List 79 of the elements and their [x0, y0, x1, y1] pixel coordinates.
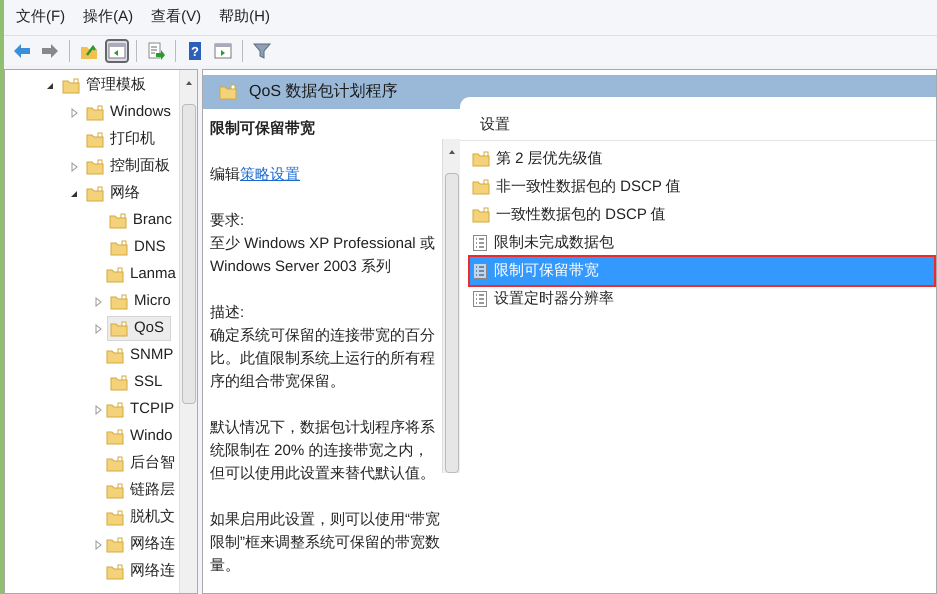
- collapsed-arrow-icon[interactable]: [93, 296, 103, 306]
- expanded-arrow-icon[interactable]: [69, 188, 79, 198]
- description-text: 如果启用此设置，则可以使用“带宽限制”框来调整系统可保留的带宽数量。: [210, 510, 440, 576]
- tree-item[interactable]: 控制面板: [83, 154, 177, 179]
- menu-item[interactable]: 操作(A): [83, 6, 134, 29]
- tree-item[interactable]: QoS: [107, 316, 172, 341]
- tree-item[interactable]: Branc: [106, 208, 179, 233]
- expanded-arrow-icon[interactable]: [45, 80, 55, 90]
- collapsed-arrow-icon[interactable]: [93, 540, 103, 550]
- folder-icon: [86, 186, 104, 202]
- folder-icon: [219, 84, 237, 100]
- tree-item[interactable]: TCPIP: [103, 397, 179, 422]
- tree-item[interactable]: Micro: [107, 289, 178, 314]
- folder-icon: [106, 564, 124, 580]
- tree-item[interactable]: SSL: [107, 370, 170, 395]
- tree-item[interactable]: 打印机: [83, 127, 162, 152]
- tree-pane-button[interactable]: [105, 38, 129, 62]
- folder-icon: [110, 374, 128, 390]
- folder-icon: [110, 294, 128, 310]
- tree-item[interactable]: 管理模板: [59, 73, 153, 98]
- scroll-thumb[interactable]: [444, 173, 458, 473]
- folder-icon: [110, 320, 128, 336]
- folder-icon: [106, 536, 124, 552]
- folder-icon: [108, 212, 127, 228]
- tree-item[interactable]: 脱机文: [103, 505, 179, 530]
- section-label: 要求:: [210, 211, 246, 231]
- setting-icon: [472, 290, 488, 308]
- tree-item[interactable]: DNS: [107, 235, 173, 260]
- folder-icon: [472, 207, 490, 223]
- setting-icon: [472, 234, 488, 252]
- settings-list-item[interactable]: 设置定时器分辨率: [470, 285, 934, 313]
- detail-title: 限制可保留带宽: [210, 119, 316, 139]
- folder-icon: [106, 266, 124, 282]
- folder-icon: [106, 428, 124, 444]
- folder-icon: [86, 132, 104, 148]
- folder-icon: [472, 179, 490, 195]
- description-text: 默认情况下，数据包计划程序将系统限制在 20% 的连接带宽之内，但可以使用此设置来替代默认值。: [210, 418, 436, 484]
- folder-icon: [106, 402, 124, 418]
- tree-item[interactable]: Windows: [83, 100, 178, 125]
- folder-icon: [62, 78, 80, 94]
- settings-list-item[interactable]: 限制未完成数据包: [470, 229, 934, 257]
- folder-icon: [106, 482, 124, 498]
- setting-icon: [472, 262, 488, 280]
- folder-icon: [106, 348, 124, 364]
- collapsed-arrow-icon[interactable]: [93, 324, 103, 334]
- collapsed-arrow-icon[interactable]: [93, 404, 103, 414]
- help-button[interactable]: ?: [183, 38, 207, 62]
- settings-list-item[interactable]: 第 2 层优先级值: [470, 145, 934, 173]
- tree-item[interactable]: 后台智: [103, 451, 179, 476]
- tree-item[interactable]: Windo: [103, 424, 179, 449]
- section-label: 描述:: [210, 303, 246, 323]
- description-text: 至少 Windows XP Professional 或 Windows Server 2003 系列: [210, 234, 436, 277]
- policy-settings-link[interactable]: 策略设置: [240, 163, 300, 186]
- folder-icon: [106, 456, 124, 472]
- tree-item[interactable]: 网络: [83, 181, 147, 206]
- tree-scrollbar[interactable]: [179, 70, 197, 593]
- settings-list-item[interactable]: 一致性数据包的 DSCP 值: [470, 201, 934, 229]
- header-title: QoS 数据包计划程序: [249, 82, 398, 102]
- folder-icon: [472, 151, 490, 167]
- column-header[interactable]: 设置: [460, 111, 936, 141]
- tree-item[interactable]: 链路层: [103, 478, 179, 503]
- tree-item[interactable]: 网络连: [103, 559, 179, 584]
- tree-item[interactable]: SNMP: [103, 343, 179, 368]
- folder-icon: [106, 510, 124, 526]
- collapsed-arrow-icon[interactable]: [69, 162, 79, 172]
- description-text: 确定系统可保留的连接带宽的百分比。此值限制系统上运行的所有程序的组合带宽保留。: [210, 326, 436, 392]
- tree-item[interactable]: 网络连: [103, 532, 179, 557]
- menu-item[interactable]: 查看(V): [151, 6, 202, 29]
- collapsed-arrow-icon[interactable]: [69, 108, 79, 118]
- tree-item[interactable]: Lanma: [103, 262, 179, 287]
- folder-icon: [86, 104, 104, 120]
- settings-list-item[interactable]: 非一致性数据包的 DSCP 值: [470, 173, 934, 201]
- description-scrollbar[interactable]: [442, 139, 460, 473]
- folder-icon: [86, 158, 104, 174]
- menu-item[interactable]: 帮助(H): [219, 6, 270, 29]
- edit-label: 编辑: [210, 165, 240, 185]
- folder-icon: [110, 240, 128, 256]
- scroll-thumb[interactable]: [182, 104, 196, 404]
- menu-item[interactable]: 文件(F): [16, 6, 66, 29]
